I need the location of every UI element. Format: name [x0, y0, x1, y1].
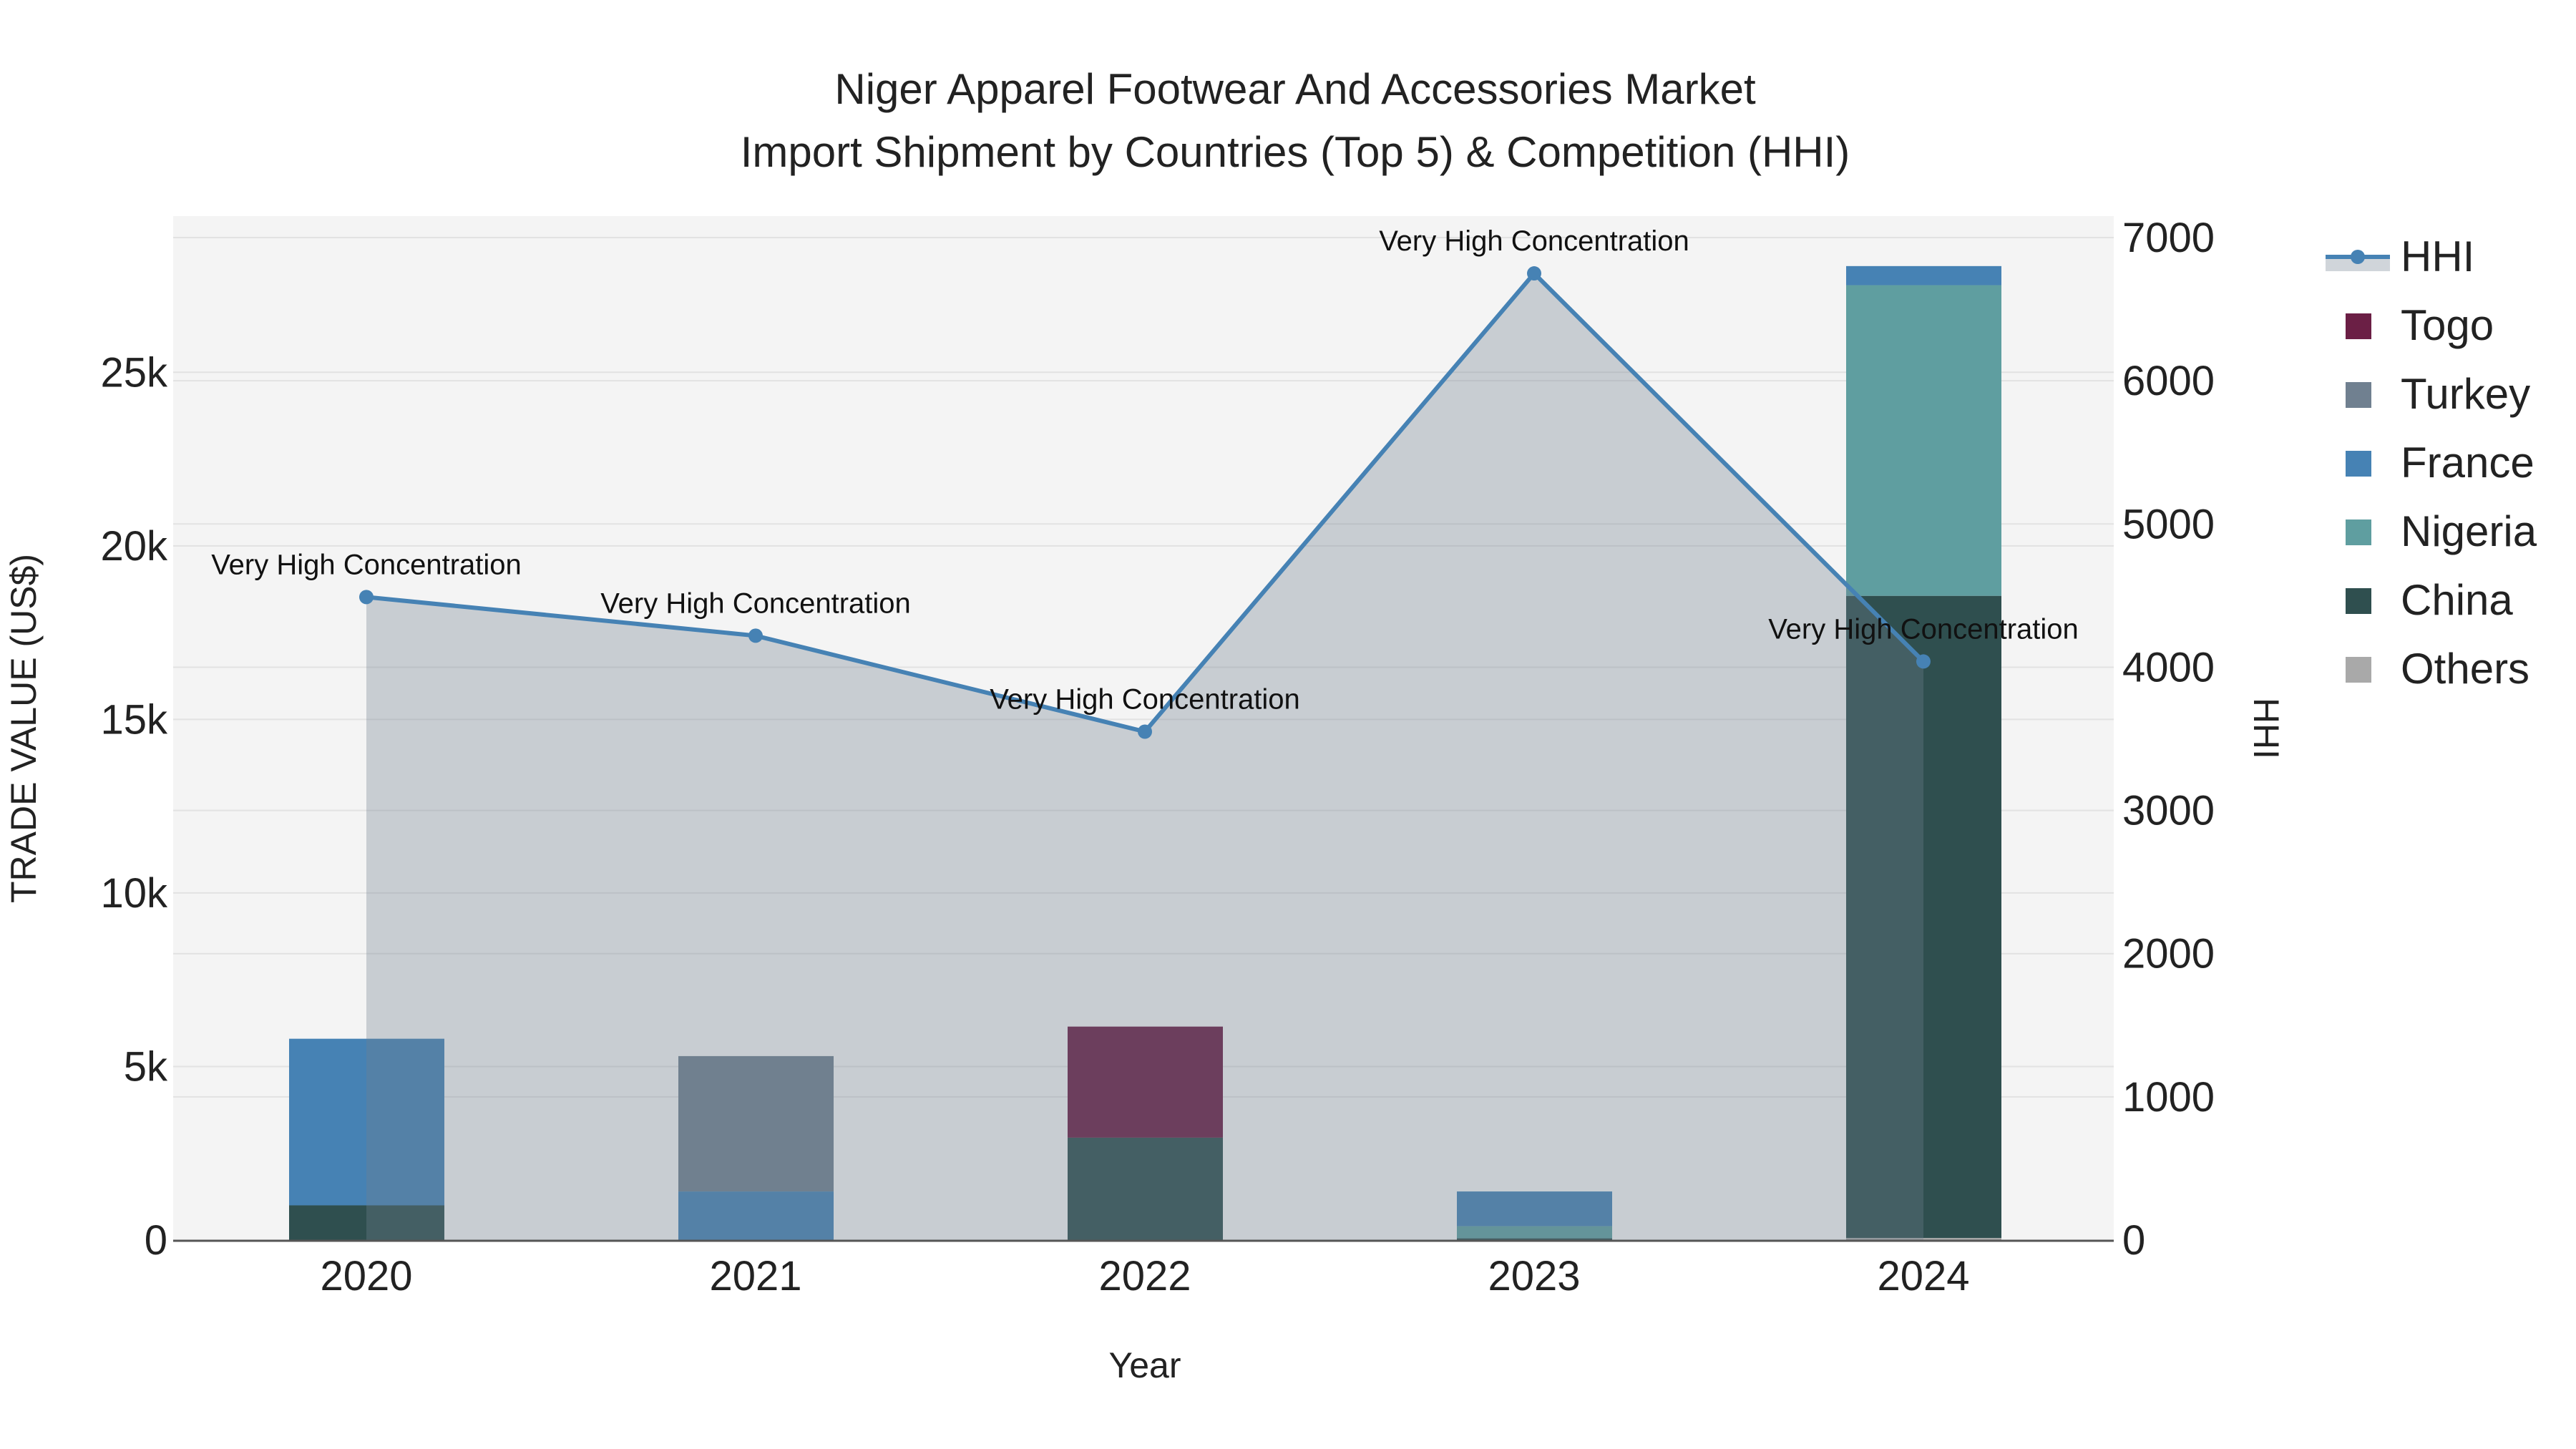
legend-swatch: [2346, 588, 2371, 614]
hhi-point[interactable]: [1916, 654, 1931, 669]
legend-label: Togo: [2401, 301, 2494, 349]
legend-item-turkey[interactable]: Turkey: [2346, 370, 2530, 418]
y-tick-label: 25k: [100, 349, 168, 396]
legend-label: HHI: [2401, 233, 2474, 280]
y2-tick-label: 6000: [2122, 358, 2215, 404]
legend-item-others[interactable]: Others: [2346, 645, 2529, 693]
hhi-point[interactable]: [748, 628, 763, 643]
y2-tick-label: 3000: [2122, 788, 2215, 834]
legend-swatch: [2346, 313, 2371, 339]
y-tick-label: 10k: [100, 870, 168, 917]
legend-swatch: [2346, 519, 2371, 545]
legend-label: France: [2401, 439, 2534, 487]
legend-label: Others: [2401, 645, 2529, 693]
legend-swatch: [2346, 382, 2371, 408]
hhi-point[interactable]: [1138, 724, 1152, 739]
hhi-annotation: Very High Concentration: [1379, 225, 1689, 257]
x-tick-label: 2022: [1098, 1253, 1191, 1299]
legend-item-china[interactable]: China: [2346, 576, 2513, 624]
y-tick-label: 0: [145, 1217, 167, 1264]
y-axis-label: TRADE VALUE (US$): [4, 554, 44, 903]
legend-label: Turkey: [2401, 370, 2530, 418]
y-tick-label: 15k: [100, 696, 168, 743]
legend-swatch: [2346, 657, 2371, 683]
legend-item-france[interactable]: France: [2346, 439, 2534, 487]
y2-tick-label: 0: [2122, 1217, 2145, 1264]
hhi-annotation: Very High Concentration: [990, 684, 1300, 716]
y2-tick-label: 1000: [2122, 1074, 2215, 1121]
legend-swatch: [2351, 250, 2365, 264]
x-tick-label: 2020: [320, 1253, 412, 1299]
x-tick-label: 2024: [1877, 1253, 1969, 1299]
legend-label: Nigeria: [2401, 507, 2537, 555]
y2-tick-label: 4000: [2122, 644, 2215, 691]
x-tick-label: 2021: [709, 1253, 801, 1299]
chart-title-line2: Import Shipment by Countries (Top 5) & C…: [741, 128, 1850, 176]
hhi-annotation: Very High Concentration: [211, 549, 522, 580]
hhi-point[interactable]: [359, 590, 374, 605]
y-tick-label: 20k: [100, 523, 168, 570]
x-tick-label: 2023: [1488, 1253, 1580, 1299]
y2-tick-label: 2000: [2122, 931, 2215, 977]
bar-france-2024[interactable]: [1846, 265, 2001, 286]
hhi-point[interactable]: [1527, 266, 1541, 281]
legend-item-togo[interactable]: Togo: [2346, 301, 2494, 349]
hhi-annotation: Very High Concentration: [600, 587, 911, 619]
chart: Very High Concentration Very High Concent…: [4, 65, 2537, 1385]
chart-title-line1: Niger Apparel Footwear And Accessories M…: [834, 65, 1756, 113]
y2-tick-label: 7000: [2122, 215, 2215, 261]
legend-label: China: [2401, 576, 2513, 624]
y-tick-label: 5k: [124, 1043, 168, 1090]
y2-tick-label: 5000: [2122, 501, 2215, 547]
x-axis-label: Year: [1108, 1345, 1181, 1385]
legend-item-nigeria[interactable]: Nigeria: [2346, 507, 2537, 555]
bar-nigeria-2024[interactable]: [1846, 285, 2001, 596]
legend-swatch: [2346, 451, 2371, 477]
legend-item-hhi[interactable]: HHI: [2326, 233, 2474, 280]
y2-axis-label: HHI: [2246, 698, 2286, 759]
hhi-annotation: Very High Concentration: [1768, 613, 2079, 645]
